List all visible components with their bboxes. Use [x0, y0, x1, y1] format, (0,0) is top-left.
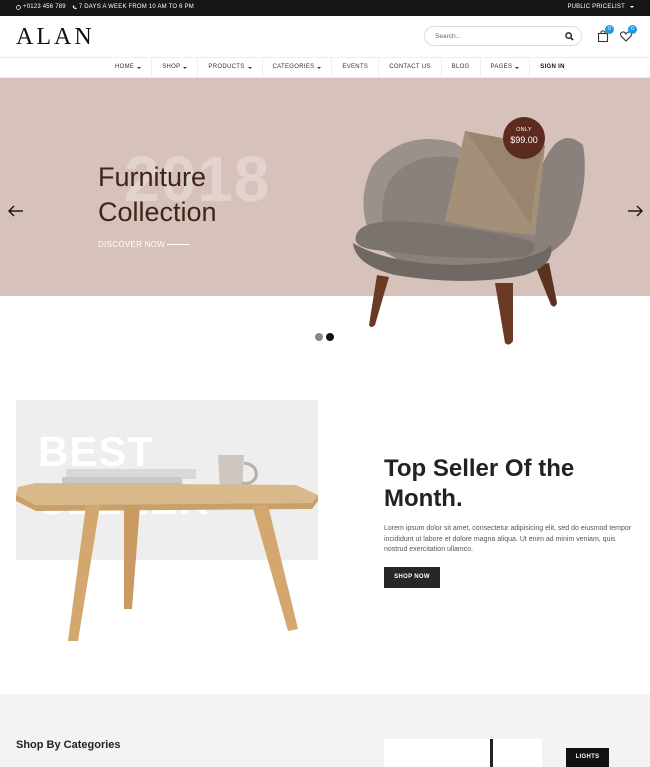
pricelist-label: PUBLIC PRICELIST [567, 4, 625, 10]
phone-number: +0123 456 789 [23, 4, 66, 10]
underline-decoration [167, 244, 190, 245]
nav-categories-label: CATEGORIES [272, 64, 315, 70]
nav-sign-in[interactable]: SIGN IN [530, 58, 574, 77]
search-box [424, 26, 582, 46]
top-seller-heading: Top Seller Of the Month. [384, 455, 575, 512]
hours-info: 7 DAYS A WEEK FROM 10 AM TO 6 PM [72, 4, 194, 10]
nav-products-label: PRODUCTS [208, 64, 245, 70]
nav-events[interactable]: EVENTS [332, 58, 380, 77]
nav-blog[interactable]: BLOG [442, 58, 481, 77]
pricelist-dropdown[interactable]: PUBLIC PRICELIST [567, 4, 634, 10]
chevron-down-icon [630, 6, 634, 8]
slider-dot-2[interactable] [326, 333, 334, 341]
nav-shop[interactable]: SHOP [152, 58, 199, 77]
arrow-right-icon[interactable] [626, 205, 644, 217]
chevron-down-icon [183, 66, 188, 69]
phone-info: +0123 456 789 [16, 4, 66, 10]
shop-now-button[interactable]: SHOP NOW [384, 567, 440, 588]
hero-title: Furniture Collection [98, 160, 217, 230]
nav-pages-label: PAGES [490, 64, 513, 70]
chevron-down-icon [247, 66, 252, 69]
chevron-down-icon [515, 66, 520, 69]
nav-home-label: HOME [115, 64, 135, 70]
chevron-down-icon [137, 66, 142, 69]
categories-heading: Shop By Categories [16, 739, 121, 751]
wishlist-button[interactable]: 0 [619, 25, 637, 43]
shop-by-categories-section: Shop By Categories LIGHTS [0, 694, 650, 767]
price-badge-price: $99.00 [510, 135, 538, 145]
phone-handset-icon [72, 5, 77, 9]
cart-button[interactable]: 0 [596, 25, 614, 43]
price-badge: ONLY $99.00 [503, 117, 545, 159]
nav-blog-label: BLOG [451, 64, 470, 70]
nav-sign-in-label: SIGN IN [540, 64, 565, 70]
hero-title-line1: Furniture [98, 162, 207, 192]
nav-categories[interactable]: CATEGORIES [263, 58, 333, 77]
search-input[interactable] [435, 31, 555, 42]
price-badge-only: ONLY [516, 127, 532, 133]
discover-now-label: DISCOVER NOW [98, 240, 166, 249]
nav-pages[interactable]: PAGES [481, 58, 531, 77]
discover-now-link[interactable]: DISCOVER NOW [98, 240, 190, 249]
cart-count-badge: 0 [605, 25, 614, 34]
top-bar: +0123 456 789 7 DAYS A WEEK FROM 10 AM T… [0, 0, 650, 16]
wishlist-count-badge: 0 [628, 25, 637, 34]
lamp-image [490, 739, 493, 767]
nav-contact-label: CONTACT US [389, 64, 431, 70]
coffee-table-image [16, 455, 318, 641]
chevron-down-icon [317, 66, 322, 69]
slider-dot-1[interactable] [315, 333, 323, 341]
nav-shop-label: SHOP [162, 64, 181, 70]
search-icon[interactable] [565, 32, 574, 41]
category-label-lights[interactable]: LIGHTS [566, 748, 609, 767]
hero-title-line2: Collection [98, 197, 217, 227]
top-seller-description: Lorem ipsum dolor sit amet, consectetur … [384, 525, 632, 553]
main-navigation: HOME SHOP PRODUCTS CATEGORIES EVENTS CON… [0, 57, 650, 78]
category-card-lights[interactable] [384, 739, 542, 767]
site-logo[interactable]: ALAN [16, 24, 95, 51]
nav-events-label: EVENTS [342, 64, 369, 70]
phone-icon [16, 4, 21, 10]
nav-home[interactable]: HOME [105, 58, 153, 77]
opening-hours: 7 DAYS A WEEK FROM 10 AM TO 6 PM [78, 4, 194, 10]
slider-pagination [315, 333, 334, 341]
nav-products[interactable]: PRODUCTS [198, 58, 263, 77]
nav-contact-us[interactable]: CONTACT US [379, 58, 442, 77]
armchair-image [353, 131, 585, 345]
arrow-left-icon[interactable] [7, 205, 25, 217]
